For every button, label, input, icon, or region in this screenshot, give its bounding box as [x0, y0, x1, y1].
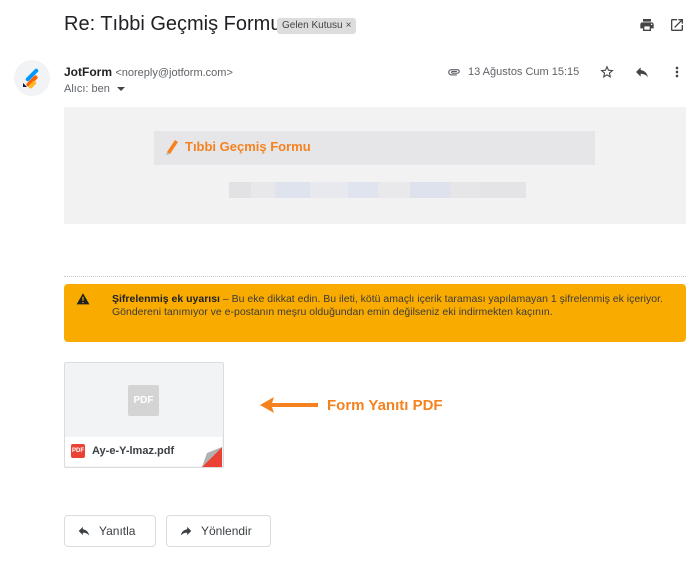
sender-line: JotForm <noreply@jotform.com>: [64, 65, 233, 79]
reply-label: Yanıtla: [99, 524, 136, 538]
forward-arrow-icon: [179, 524, 193, 538]
sender-name[interactable]: JotForm: [64, 65, 112, 79]
email-subject: Re: Tıbbi Geçmiş Formu: [64, 13, 282, 35]
print-icon[interactable]: [636, 14, 658, 36]
warning-text: Şifrelenmiş ek uyarısı – Bu eke dikkat e…: [112, 293, 672, 319]
attachment-filename[interactable]: Ay-e-Y-lmaz.pdf: [92, 445, 174, 457]
paperclip-icon: [446, 65, 462, 84]
sender-avatar[interactable]: [14, 60, 50, 96]
warning-title: Şifrelenmiş ek uyarısı: [112, 293, 220, 305]
reply-arrow-icon: [77, 524, 91, 538]
recipient-label: Alıcı: ben: [64, 83, 110, 95]
star-icon[interactable]: [596, 61, 618, 83]
open-in-new-window-icon[interactable]: [666, 14, 688, 36]
callout-arrow-icon: [258, 395, 320, 420]
pdf-badge-icon: PDF: [71, 444, 85, 458]
pdf-thumbnail-icon: PDF: [128, 385, 159, 416]
redacted-content: [229, 182, 526, 198]
more-vert-icon[interactable]: [666, 61, 688, 83]
forward-button[interactable]: Yönlendir: [166, 515, 271, 547]
page-fold-icon: [185, 447, 222, 472]
jotform-logo-icon: [23, 68, 39, 89]
callout-label: Form Yanıtı PDF: [327, 397, 443, 414]
reply-icon[interactable]: [631, 61, 653, 83]
content-divider: [64, 276, 686, 277]
recipient-details[interactable]: Alıcı: ben: [64, 83, 126, 95]
remove-label-icon[interactable]: ×: [346, 20, 352, 31]
label-text: Gelen Kutusu: [282, 20, 343, 31]
caret-down-icon: [116, 87, 125, 92]
reply-button[interactable]: Yanıtla: [64, 515, 156, 547]
sender-email: <noreply@jotform.com>: [115, 67, 233, 79]
email-body-card: [64, 107, 686, 224]
form-pencil-icon: [163, 138, 179, 161]
message-date: 13 Ağustos Cum 15:15: [468, 66, 580, 78]
warning-icon: [76, 292, 90, 310]
form-title: Tıbbi Geçmiş Formu: [185, 139, 311, 154]
inbox-label-chip[interactable]: Gelen Kutusu ×: [277, 18, 357, 34]
forward-label: Yönlendir: [201, 524, 252, 538]
